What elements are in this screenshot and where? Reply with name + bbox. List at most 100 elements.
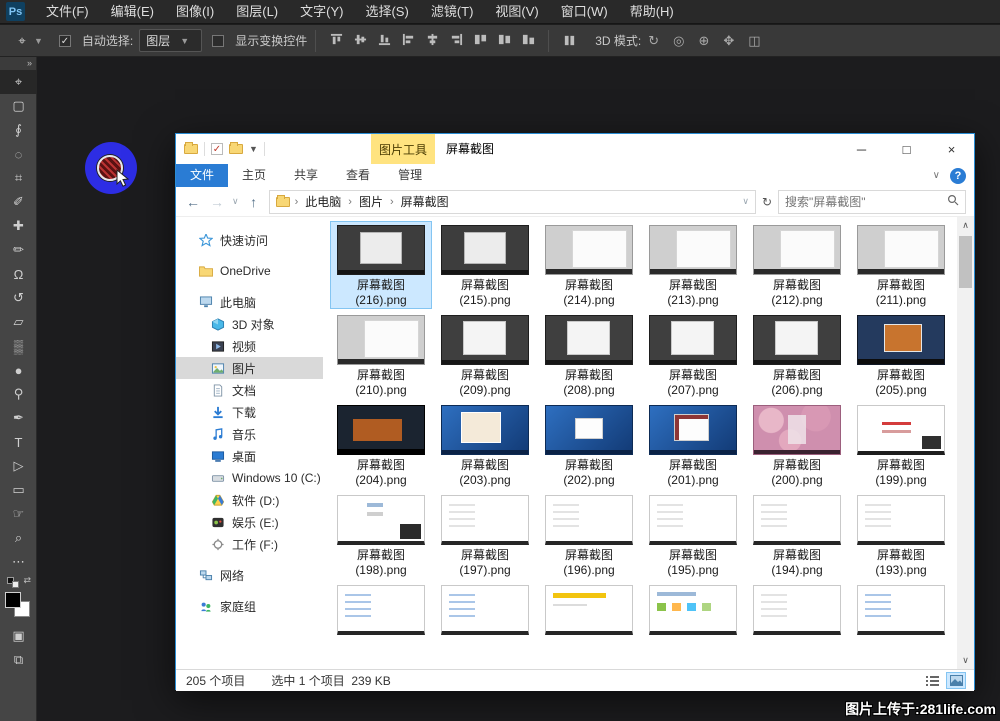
distribute-bottom-icon[interactable]: [519, 32, 537, 48]
file-item[interactable]: [851, 582, 951, 668]
chevron-down-icon[interactable]: ▼: [34, 36, 43, 46]
search-box[interactable]: [778, 190, 966, 214]
menu-item[interactable]: 编辑(E): [100, 0, 165, 24]
menu-item[interactable]: 选择(S): [354, 0, 419, 24]
menu-item[interactable]: 图像(I): [165, 0, 225, 24]
ribbon-collapse-chevron-icon[interactable]: ∨: [933, 170, 940, 181]
menu-item[interactable]: 窗口(W): [550, 0, 619, 24]
file-item[interactable]: 屏幕截图(215).png: [435, 222, 535, 308]
distribute-icon[interactable]: [560, 33, 578, 49]
file-item[interactable]: 屏幕截图(214).png: [539, 222, 639, 308]
menu-item[interactable]: 帮助(H): [619, 0, 685, 24]
properties-check-icon[interactable]: ✓: [211, 143, 223, 155]
file-item[interactable]: 屏幕截图(198).png: [331, 492, 431, 578]
align-left-icon[interactable]: [399, 32, 417, 48]
up-button[interactable]: ↑: [245, 194, 263, 210]
vertical-scrollbar[interactable]: ∧ ∨: [957, 217, 974, 669]
path-selection-tool-icon[interactable]: ▷: [0, 454, 37, 478]
edit-toolbar-button-icon[interactable]: ⋯: [0, 550, 37, 574]
history-brush-tool-icon[interactable]: ↺: [0, 286, 37, 310]
auto-select-checkbox[interactable]: ✓: [59, 35, 71, 47]
file-item[interactable]: 屏幕截图(203).png: [435, 402, 535, 488]
move-tool-icon[interactable]: ⌖: [0, 70, 37, 94]
shape-tool-icon[interactable]: ▭: [0, 478, 37, 502]
file-item[interactable]: 屏幕截图(208).png: [539, 312, 639, 398]
sidebar-item-文档[interactable]: 文档: [176, 379, 323, 401]
camera-3d-icon[interactable]: ◫: [748, 33, 760, 48]
file-item[interactable]: 屏幕截图(193).png: [851, 492, 951, 578]
breadcrumb-item[interactable]: 屏幕截图: [399, 193, 451, 210]
file-item[interactable]: 屏幕截图(199).png: [851, 402, 951, 488]
breadcrumb-item[interactable]: 此电脑: [303, 193, 343, 210]
collapse-panel-chevron[interactable]: »: [0, 57, 36, 70]
thumbnail-view-button[interactable]: [946, 672, 966, 689]
tab-共享[interactable]: 共享: [280, 164, 332, 187]
breadcrumb[interactable]: ›此电脑›图片›屏幕截图 ∨: [269, 190, 756, 214]
file-item[interactable]: 屏幕截图(212).png: [747, 222, 847, 308]
move-tool-icon[interactable]: ⌖: [12, 33, 32, 49]
title-bar[interactable]: ✓ ▼ 图片工具 屏幕截图 ─ □ ×: [176, 134, 974, 164]
new-folder-icon[interactable]: [229, 144, 243, 154]
file-item[interactable]: 屏幕截图(206).png: [747, 312, 847, 398]
sidebar-item-Windows 10 (C:)[interactable]: Windows 10 (C:): [176, 467, 323, 489]
sidebar-item-图片[interactable]: 图片: [176, 357, 323, 379]
file-item[interactable]: 屏幕截图(210).png: [331, 312, 431, 398]
menu-item[interactable]: 滤镜(T): [420, 0, 485, 24]
marquee-tool-icon[interactable]: ▢: [0, 94, 37, 118]
file-item[interactable]: 屏幕截图(207).png: [643, 312, 743, 398]
minimize-button[interactable]: ─: [839, 134, 884, 164]
sidebar-item-视频[interactable]: 视频: [176, 335, 323, 357]
file-item[interactable]: 屏幕截图(213).png: [643, 222, 743, 308]
swap-colors-button[interactable]: ⇄: [0, 574, 37, 590]
lasso-tool-icon[interactable]: ∮: [0, 118, 37, 142]
gradient-tool-icon[interactable]: ▒: [0, 334, 37, 358]
scrollbar-thumb[interactable]: [959, 236, 972, 288]
search-icon[interactable]: [947, 194, 965, 209]
distribute-top-icon[interactable]: [471, 32, 489, 48]
file-item[interactable]: 屏幕截图(201).png: [643, 402, 743, 488]
crop-tool-icon[interactable]: ⌗: [0, 166, 37, 190]
file-item[interactable]: 屏幕截图(196).png: [539, 492, 639, 578]
file-item[interactable]: [747, 582, 847, 668]
forward-button[interactable]: →: [208, 194, 226, 210]
menu-item[interactable]: 视图(V): [484, 0, 549, 24]
close-button[interactable]: ×: [929, 134, 974, 164]
refresh-icon[interactable]: ↻: [762, 195, 772, 209]
zoom-tool-icon[interactable]: ⌕: [0, 526, 37, 550]
scroll-down-arrow-icon[interactable]: ∨: [957, 652, 974, 669]
file-item[interactable]: [435, 582, 535, 668]
sidebar-item-软件 (D:)[interactable]: 软件 (D:): [176, 489, 323, 511]
align-top-icon[interactable]: [327, 32, 345, 48]
menu-item[interactable]: 图层(L): [225, 0, 289, 24]
file-item[interactable]: 屏幕截图(197).png: [435, 492, 535, 578]
file-item[interactable]: [643, 582, 743, 668]
maximize-button[interactable]: □: [884, 134, 929, 164]
pan-3d-icon[interactable]: ⊕: [698, 33, 709, 48]
file-item[interactable]: 屏幕截图(195).png: [643, 492, 743, 578]
sidebar-item-工作 (F:)[interactable]: 工作 (F:): [176, 533, 323, 555]
file-item[interactable]: 屏幕截图(211).png: [851, 222, 951, 308]
details-view-button[interactable]: [922, 672, 942, 689]
foreground-background-colors[interactable]: [0, 590, 37, 624]
eraser-tool-icon[interactable]: ▱: [0, 310, 37, 334]
show-transform-checkbox[interactable]: ✓: [212, 35, 224, 47]
search-input[interactable]: [779, 195, 947, 209]
align-bottom-icon[interactable]: [375, 32, 393, 48]
screen-mode-button-icon[interactable]: ⧉: [0, 648, 37, 672]
auto-select-dropdown[interactable]: 图层 ▼: [139, 29, 202, 52]
pen-tool-icon[interactable]: ✒: [0, 406, 37, 430]
file-item[interactable]: 屏幕截图(194).png: [747, 492, 847, 578]
tab-主页[interactable]: 主页: [228, 164, 280, 187]
quick-mask-button-icon[interactable]: ▣: [0, 624, 37, 648]
folder-icon[interactable]: [184, 144, 198, 154]
align-vcenter-icon[interactable]: [351, 32, 369, 48]
file-item[interactable]: 屏幕截图(205).png: [851, 312, 951, 398]
sidebar-item-下载[interactable]: 下载: [176, 401, 323, 423]
tab-管理[interactable]: 管理: [384, 164, 436, 187]
menu-item[interactable]: 文件(F): [35, 0, 100, 24]
distribute-vcenter-icon[interactable]: [495, 32, 513, 48]
back-button[interactable]: ←: [184, 194, 202, 210]
slide-3d-icon[interactable]: ✥: [723, 33, 734, 48]
align-right-icon[interactable]: [447, 32, 465, 48]
file-item[interactable]: 屏幕截图(202).png: [539, 402, 639, 488]
